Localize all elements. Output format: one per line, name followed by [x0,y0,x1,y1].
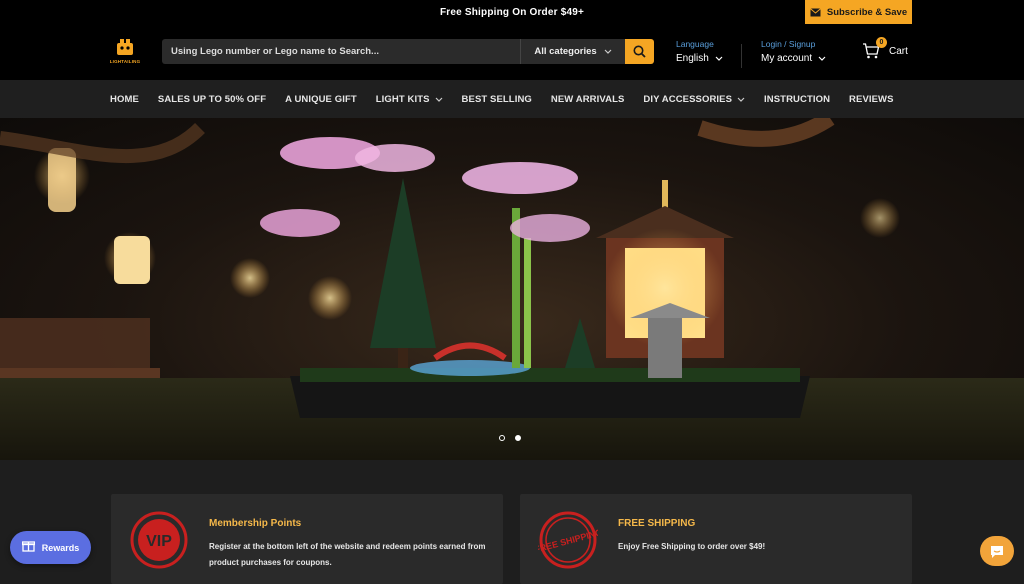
logo-icon [117,39,133,55]
nav-item-light-kits[interactable]: LIGHT KITS [376,94,443,105]
cart-count-badge: 0 [876,37,887,48]
account-menu[interactable]: Login / Signup My account [761,39,826,64]
nav-item-label: NEW ARRIVALS [550,93,625,105]
search-button[interactable] [625,39,654,64]
announcement-bar: Free Shipping On Order $49+ Subscribe & … [0,0,1024,24]
feature-title: FREE SHIPPING [618,518,696,529]
cart-label: Cart [889,45,908,57]
hero-image [0,118,1024,460]
features-section: VIP Membership Points Register at the bo… [0,460,1024,584]
nav-item-label: INSTRUCTION [764,93,831,105]
main-nav: HOME SALES UP TO 50% OFF A UNIQUE GIFT L… [0,80,1024,118]
chat-icon [991,545,1003,558]
nav-item-sales[interactable]: SALES UP TO 50% OFF [158,94,266,105]
chevron-down-icon [737,97,745,102]
nav-item-label: SALES UP TO 50% OFF [157,93,267,105]
account-value-row[interactable]: My account [761,53,826,64]
nav-item-label: DIY ACCESSORIES [643,93,733,105]
gift-icon [21,539,35,557]
language-selector[interactable]: Language English [676,39,723,64]
chevron-down-icon [435,97,442,102]
chat-button[interactable] [980,536,1014,566]
language-value: English [676,53,709,64]
nav-item-reviews[interactable]: REVIEWS [849,94,894,105]
carousel-dots [499,435,521,441]
nav-item-label: BEST SELLING [461,93,532,105]
chevron-down-icon [604,49,612,54]
rewards-button[interactable]: Rewards [10,531,91,564]
vip-stamp-text: VIP [146,533,172,550]
login-signup-link[interactable]: Login / Signup [761,39,826,49]
cart-icon-wrap: 0 [862,37,887,60]
nav-item-best-selling[interactable]: BEST SELLING [462,94,532,105]
feature-desc: Enjoy Free Shipping to order over $49! [618,542,766,551]
nav-item-home[interactable]: HOME [110,94,139,105]
search-input[interactable] [162,39,520,64]
header-divider [741,44,742,68]
account-value: My account [761,53,813,64]
feature-title: Membership Points [209,518,302,529]
nav-item-instruction[interactable]: INSTRUCTION [764,94,830,105]
free-shipping-stamp-icon: FREE SHIPPING [533,510,603,570]
search-icon [633,45,646,58]
subscribe-button[interactable]: Subscribe & Save [805,0,912,24]
nav-item-label: REVIEWS [849,93,894,105]
search-bar: All categories [162,39,654,64]
category-select[interactable]: All categories [520,39,625,64]
rewards-label: Rewards [41,542,80,553]
site-header: LIGHTAILING All categories Language Engl… [0,24,1024,80]
mail-icon [810,7,821,17]
category-select-value: All categories [534,46,597,57]
carousel-dot-1[interactable] [499,435,505,441]
nav-item-label: A UNIQUE GIFT [285,93,357,105]
site-logo[interactable]: LIGHTAILING [110,36,140,70]
nav-item-label: LIGHT KITS [375,93,430,105]
carousel-dot-2[interactable] [515,435,521,441]
language-label: Language [676,39,714,49]
feature-desc: Register at the bottom left of the websi… [209,542,486,567]
nav-item-label: HOME [110,93,139,105]
chevron-down-icon [715,56,723,61]
subscribe-label: Subscribe & Save [826,6,908,18]
nav-item-diy-accessories[interactable]: DIY ACCESSORIES [643,94,745,105]
cart-button[interactable]: 0 Cart [862,37,908,60]
feature-card-membership: VIP Membership Points Register at the bo… [111,494,503,584]
hero-banner[interactable] [0,118,1024,460]
nav-item-unique-gift[interactable]: A UNIQUE GIFT [285,94,357,105]
feature-card-shipping: FREE SHIPPING FREE SHIPPING Enjoy Free S… [520,494,912,584]
vip-stamp-icon: VIP [129,510,189,570]
chevron-down-icon [818,56,826,61]
logo-text: LIGHTAILING [109,59,141,64]
announcement-text: Free Shipping On Order $49+ [439,6,585,18]
nav-item-new-arrivals[interactable]: NEW ARRIVALS [551,94,625,105]
language-value-row[interactable]: English [676,53,723,64]
